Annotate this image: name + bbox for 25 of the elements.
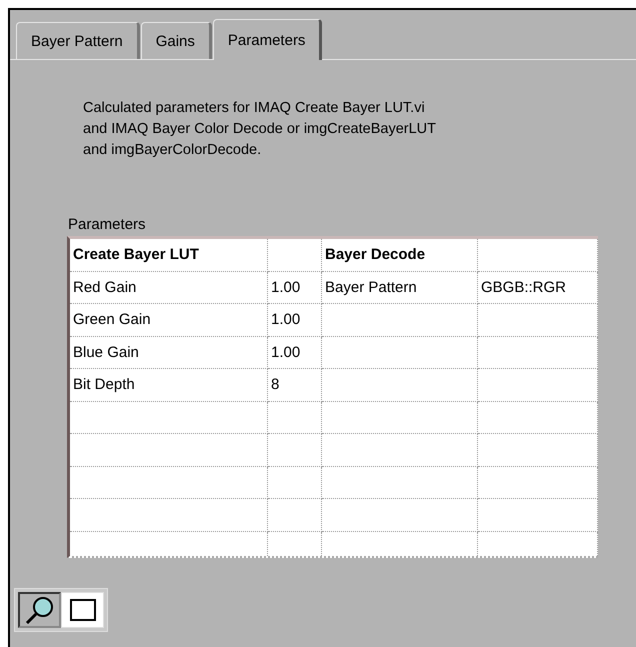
table-label: Parameters xyxy=(68,216,147,233)
header-cell: Bayer Decode xyxy=(322,239,478,272)
table-cell: 8 xyxy=(268,369,322,402)
empty-cell xyxy=(268,239,322,272)
table-cell: 1.00 xyxy=(268,336,322,369)
table-cell: Bit Depth xyxy=(70,369,268,402)
tab[interactable]: Gains xyxy=(140,22,212,59)
empty-cell xyxy=(268,402,322,434)
empty-cell xyxy=(268,466,322,499)
table-cell: Green Gain xyxy=(70,304,268,336)
magnifier-icon xyxy=(24,596,54,624)
table-cell: Blue Gain xyxy=(70,336,268,369)
tab[interactable]: Parameters xyxy=(212,19,322,60)
description-text: Calculated parameters for IMAQ Create Bayer LUT.vi and IMAQ Bayer Color Decode or imgCreateBayerLUT and imgBayerColorDecode. xyxy=(83,99,437,160)
table-cell: Bayer Pattern xyxy=(322,272,478,304)
table-cell: 1.00 xyxy=(268,304,322,336)
header-cell: Create Bayer LUT xyxy=(70,239,268,272)
empty-cell xyxy=(268,434,322,466)
rectangle-icon xyxy=(70,599,96,621)
table-cell: Red Gain xyxy=(70,272,268,304)
empty-cell xyxy=(268,499,322,532)
table-cell: 1.00 xyxy=(268,272,322,304)
tool-button[interactable] xyxy=(18,592,61,628)
tab[interactable]: Bayer Pattern xyxy=(16,22,140,59)
table-cell: GBGB::RGR xyxy=(478,272,598,304)
